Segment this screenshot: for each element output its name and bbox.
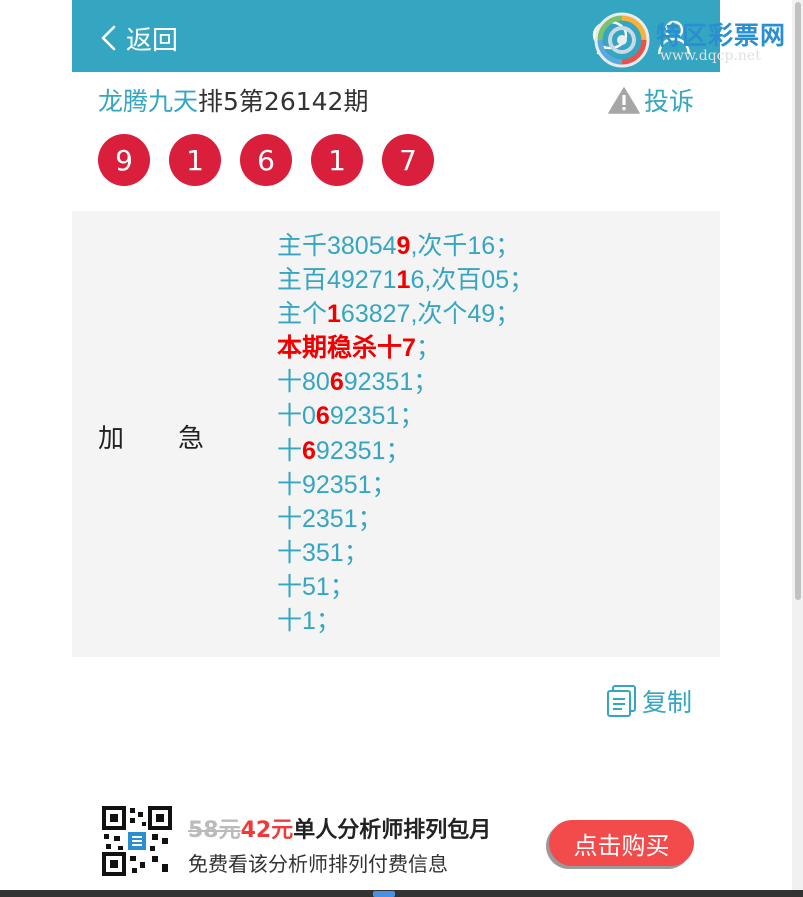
new-price: 42元 <box>240 818 294 843</box>
qr-code-icon <box>102 806 172 876</box>
prediction-line: 十0692351； <box>277 399 534 433</box>
highlight-text: 1 <box>327 300 341 329</box>
issue-title-row: 龙腾九天排5第26142期 投诉 <box>98 80 694 120</box>
line-text: 92351； <box>343 368 439 397</box>
prediction-line: 主百4927116,次百05； <box>277 263 534 297</box>
ball: 6 <box>240 134 292 186</box>
back-label: 返回 <box>126 25 179 56</box>
prediction-line: 十92351； <box>277 468 534 502</box>
scrollbar-thumb[interactable] <box>795 2 801 600</box>
promo-subtitle: 免费看该分析师排列付费信息 <box>188 852 448 876</box>
prediction-lines: 主千380549,次千16； 主百4927116,次百05； 主个163827,次个… <box>277 229 534 638</box>
copy-icon <box>607 685 636 717</box>
prediction-line: 十2351； <box>277 502 534 536</box>
ball: 9 <box>98 134 150 186</box>
line-text: 十 <box>277 436 303 465</box>
highlight-text: 本期稳杀十7 <box>277 334 416 363</box>
highlight-text: 6 <box>302 436 316 465</box>
line-text: 92351； <box>315 436 411 465</box>
prediction-line: 十1； <box>277 604 534 638</box>
old-price: 58元 <box>188 818 241 843</box>
bottom-taskbar <box>0 890 803 897</box>
line-text: 十1； <box>277 607 341 636</box>
prediction-box: 加急 主千380549,次千16； 主百4927116,次百05； 主个163827… <box>72 211 720 657</box>
promo-banner: 58元42元单人分析师排列包月 免费看该分析师排列付费信息 点击购买 <box>72 780 720 890</box>
page: 返回 龙腾九天排5第26142期 投诉 9 1 6 1 7 加急 主千38054… <box>72 0 720 897</box>
buy-button[interactable]: 点击购买 <box>549 820 694 866</box>
watermark-title: 特区彩票网 <box>656 21 787 50</box>
chevron-left-icon <box>101 25 116 51</box>
issue-title: 龙腾九天排5第26142期 <box>98 82 368 118</box>
line-text: 十351； <box>277 538 369 567</box>
prediction-line: 十51； <box>277 570 534 604</box>
prediction-line: 主个163827,次个49； <box>277 297 534 331</box>
warning-icon <box>608 87 640 114</box>
line-text: 十80 <box>277 368 330 397</box>
highlight-text: 1 <box>396 266 411 295</box>
highlight-text: 6 <box>315 402 330 431</box>
highlight-text: 6 <box>329 368 344 397</box>
issue-number: 排5第26142期 <box>198 87 369 116</box>
prediction-line: 十692351； <box>277 434 534 468</box>
prediction-line: 本期稳杀十7； <box>277 331 534 365</box>
complain-label: 投诉 <box>643 87 694 116</box>
back-button[interactable]: 返回 <box>98 18 178 58</box>
highlight-text: 9 <box>396 232 411 260</box>
taskbar-indicator <box>373 891 395 897</box>
complain-button[interactable]: 投诉 <box>608 82 694 118</box>
urgent-label: 加急 <box>98 424 259 454</box>
line-text: 十92351； <box>277 470 397 499</box>
ball: 1 <box>311 134 363 186</box>
vertical-scrollbar[interactable] <box>792 0 803 890</box>
line-text: 十0 <box>277 402 316 431</box>
copy-label: 复制 <box>642 688 693 717</box>
line-text: ,次千16； <box>410 232 521 260</box>
author-link[interactable]: 龙腾九天 <box>98 87 198 116</box>
line-text: 主千38054 <box>277 232 397 260</box>
copy-button[interactable]: 复制 <box>606 683 692 719</box>
line-text: 十2351； <box>277 504 383 533</box>
promo-title: 58元42元单人分析师排列包月 <box>188 812 491 844</box>
line-text: 63827,次个49； <box>340 300 521 329</box>
line-text: 主百49271 <box>277 266 397 295</box>
prediction-line: 十80692351； <box>277 365 534 399</box>
line-text: 92351； <box>329 402 425 431</box>
line-text: 6,次百05； <box>410 266 535 295</box>
promo-product: 单人分析师排列包月 <box>293 818 492 843</box>
site-watermark: 特区彩票网 www.dqcp.net <box>594 10 799 72</box>
line-text: 十51； <box>277 572 355 601</box>
prediction-line: 主千380549,次千16； <box>277 229 534 263</box>
ball: 7 <box>382 134 434 186</box>
ball: 1 <box>169 134 221 186</box>
lottery-balls: 9 1 6 1 7 <box>98 134 434 186</box>
watermark-url: www.dqcp.net <box>660 48 761 64</box>
prediction-line: 十351； <box>277 536 534 570</box>
swirl-logo-icon <box>594 12 650 68</box>
line-text: ； <box>415 334 441 363</box>
line-text: 主个 <box>277 300 328 329</box>
